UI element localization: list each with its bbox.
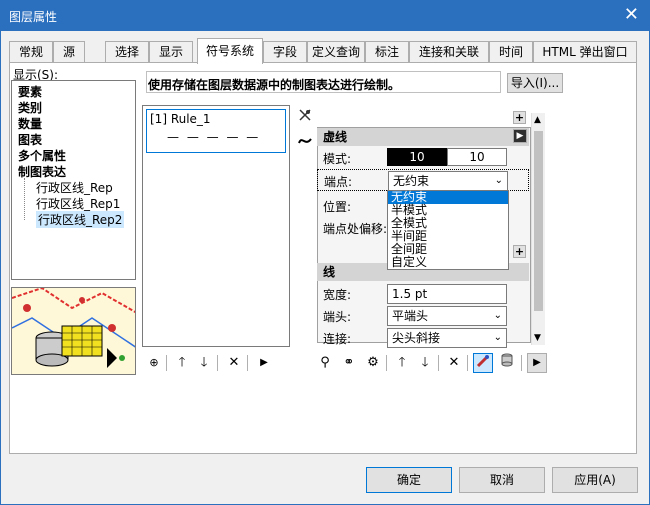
- separator: [438, 355, 439, 371]
- delete-icon[interactable]: ✕: [224, 353, 244, 373]
- tab-general[interactable]: 常规: [9, 41, 53, 63]
- map-illustration: [12, 288, 135, 374]
- play-icon[interactable]: ▶: [254, 353, 274, 373]
- rule-preview: — — — — —: [167, 130, 261, 144]
- tab-selection[interactable]: 选择: [105, 41, 149, 63]
- brush-icon[interactable]: [473, 353, 493, 373]
- scroll-thumb[interactable]: [534, 131, 543, 311]
- add-plus-icon[interactable]: +: [513, 245, 526, 258]
- endpoint-value: 无约束: [393, 174, 430, 188]
- expand-plus-icon[interactable]: +: [513, 111, 526, 124]
- endpoint-label: 端点:: [324, 175, 353, 189]
- window-title: 图层属性: [9, 10, 58, 24]
- tab-fields[interactable]: 字段: [263, 41, 307, 63]
- endpoint-select[interactable]: 无约束 ⌄: [388, 171, 508, 191]
- more-icon[interactable]: ▶: [527, 353, 547, 373]
- marker-placement-icon[interactable]: ⚙: [363, 353, 383, 373]
- move-down-icon[interactable]: 🡓: [415, 353, 435, 373]
- tree-item-rep0[interactable]: 行政区线_Rep: [36, 179, 113, 196]
- position-label: 位置:: [323, 200, 352, 214]
- stroke-icon[interactable]: [295, 133, 315, 153]
- section-play-icon[interactable]: ▶: [513, 129, 527, 143]
- tree-item-rep2[interactable]: 行政区线_Rep2: [36, 211, 125, 228]
- import-button[interactable]: 导入(I)...: [507, 73, 563, 93]
- tree-item-representations[interactable]: 制图表达: [18, 163, 66, 180]
- width-row: 宽度: 1.5 pt: [317, 283, 529, 305]
- width-label: 宽度:: [323, 288, 352, 302]
- show-tree: 要素 类别 数量 图表 多个属性 制图表达 行政区线_Rep 行政区线_Rep1…: [11, 80, 136, 280]
- separator: [521, 355, 522, 371]
- tab-display[interactable]: 显示: [149, 41, 193, 63]
- properties-scrollbar[interactable]: ▲ ▼: [531, 113, 545, 345]
- move-down-icon[interactable]: 🡓: [194, 353, 214, 373]
- cap-label: 端头:: [323, 310, 352, 324]
- tab-definition-query[interactable]: 定义查询: [307, 41, 365, 63]
- tab-labels[interactable]: 标注: [365, 41, 409, 63]
- chevron-down-icon: ⌄: [493, 310, 502, 321]
- tree-connector: [24, 178, 25, 220]
- separator: [467, 355, 468, 371]
- join-label: 连接:: [323, 332, 352, 346]
- move-up-icon[interactable]: 🡑: [392, 353, 412, 373]
- scroll-up-icon[interactable]: ▲: [534, 115, 541, 125]
- tree-item-multiple-attributes[interactable]: 多个属性: [18, 147, 66, 164]
- tree-item-rep1[interactable]: 行政区线_Rep1: [36, 195, 120, 212]
- dash-section-header: 虚线: [317, 128, 529, 146]
- pattern-dash-value[interactable]: 10: [387, 148, 447, 166]
- chevron-down-icon: ⌄: [494, 175, 503, 186]
- scroll-down-icon[interactable]: ▼: [534, 333, 541, 343]
- separator: [386, 355, 387, 371]
- cap-value: 平端头: [392, 309, 429, 323]
- title-bar: 图层属性 ✕: [1, 1, 649, 31]
- tree-item-features[interactable]: 要素: [18, 83, 42, 100]
- tab-source[interactable]: 源: [53, 41, 85, 63]
- geometric-effect-icon[interactable]: ⚭: [339, 353, 359, 373]
- description-frame: [146, 71, 501, 93]
- pattern-label: 模式:: [323, 152, 352, 166]
- join-value: 尖头斜接: [392, 331, 441, 345]
- join-row: 连接: 尖头斜接 ⌄: [317, 327, 529, 349]
- cancel-button[interactable]: 取消: [459, 467, 545, 493]
- rule-item[interactable]: [1] Rule_1 — — — — —: [146, 109, 286, 153]
- pattern-row: 模式: 10 10: [317, 147, 529, 169]
- chevron-down-icon: ⌄: [493, 332, 502, 343]
- rules-list: [1] Rule_1 — — — — —: [142, 105, 290, 347]
- database-icon[interactable]: [497, 353, 517, 373]
- tree-item-charts[interactable]: 图表: [18, 131, 42, 148]
- ok-button[interactable]: 确定: [366, 467, 452, 493]
- cap-select[interactable]: 平端头 ⌄: [387, 306, 507, 326]
- separator: [247, 355, 248, 371]
- tab-html-popup[interactable]: HTML 弹出窗口: [533, 41, 637, 63]
- dropdown-option-custom[interactable]: 自定义: [388, 256, 508, 269]
- add-effect-icon[interactable]: ⚲: [315, 353, 335, 373]
- separator: [217, 355, 218, 371]
- symbology-preview-image: [11, 287, 136, 375]
- rule-name: [1] Rule_1: [150, 112, 211, 126]
- endpoint-row: 端点: 无约束 ⌄: [317, 169, 529, 191]
- layer-properties-dialog: 图层属性 ✕ 常规 源 选择 显示 符号系统 字段 定义查询 标注 连接和关联 …: [0, 0, 650, 505]
- separator: [166, 355, 167, 371]
- cap-row: 端头: 平端头 ⌄: [317, 305, 529, 327]
- add-rule-icon[interactable]: ⊕: [144, 353, 164, 373]
- close-icon[interactable]: ✕: [624, 5, 639, 25]
- tab-time[interactable]: 时间: [489, 41, 533, 63]
- delete-icon[interactable]: ✕: [444, 353, 464, 373]
- pattern-gap-value[interactable]: 10: [447, 148, 507, 166]
- offset-label: 端点处偏移:: [323, 222, 388, 236]
- move-up-icon[interactable]: 🡑: [172, 353, 192, 373]
- tab-symbology[interactable]: 符号系统: [197, 38, 263, 64]
- apply-button[interactable]: 应用(A): [552, 467, 638, 493]
- endpoint-dropdown-list: 无约束 半模式 全模式 半间距 全间距 自定义: [387, 190, 509, 270]
- width-input[interactable]: 1.5 pt: [387, 284, 507, 304]
- join-select[interactable]: 尖头斜接 ⌄: [387, 328, 507, 348]
- tree-item-categories[interactable]: 类别: [18, 99, 42, 116]
- tree-item-quantities[interactable]: 数量: [18, 115, 42, 132]
- remove-layer-icon[interactable]: [295, 107, 315, 127]
- tab-joins-relates[interactable]: 连接和关联: [409, 41, 489, 63]
